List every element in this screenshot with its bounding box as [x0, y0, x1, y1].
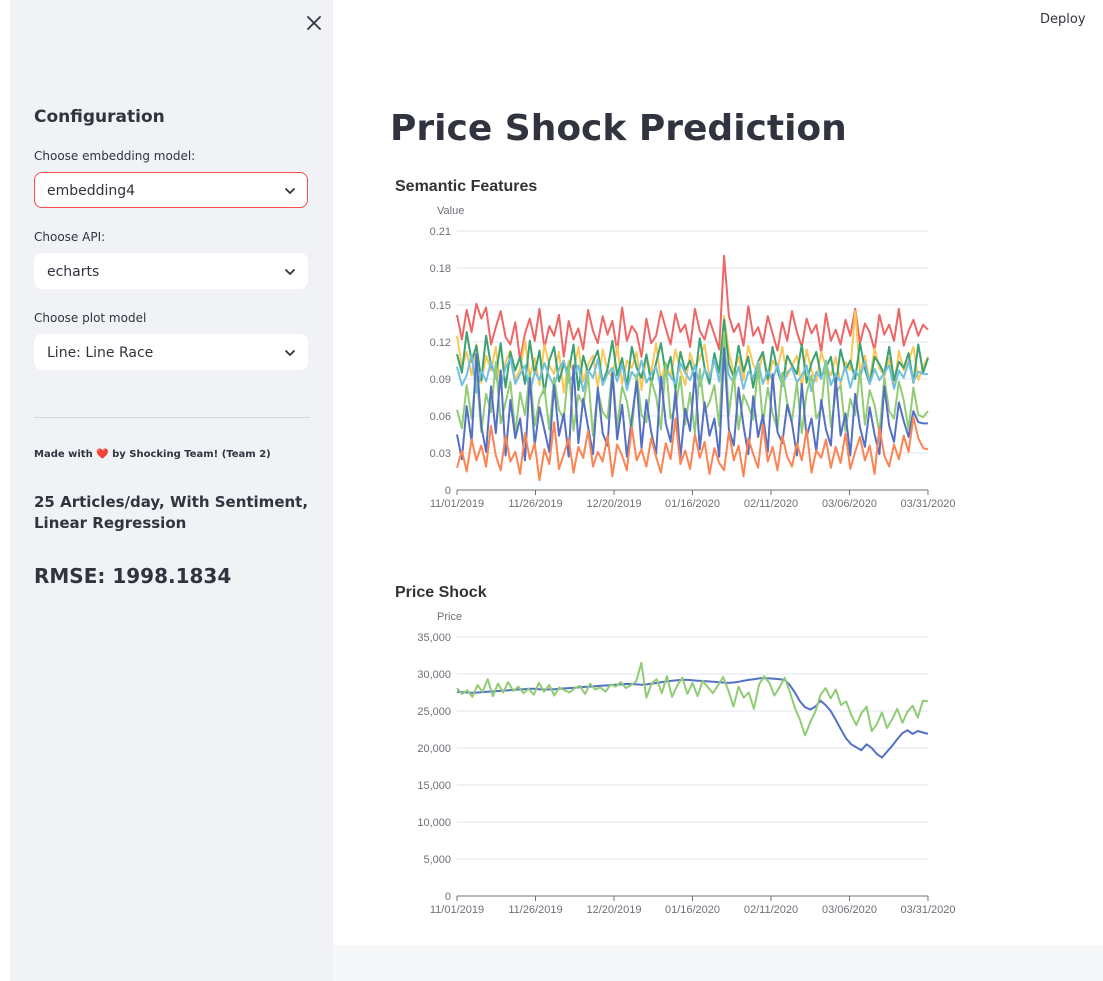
- semantic-xtick-label: 01/16/2020: [665, 498, 720, 510]
- semantic-features-chart: Value 0 0.03 0.06 0.09 0.12 0.15 0.18 0.21 11/01/…: [430, 205, 956, 510]
- chart-title-semantic: Semantic Features: [395, 178, 538, 195]
- price-ylabel: Price: [437, 611, 462, 623]
- rmse-value: RMSE: 1998.1834: [34, 564, 232, 588]
- semantic-ytick-label: 0.06: [430, 411, 451, 423]
- chevron-down-icon: [285, 269, 295, 276]
- bottom-bar: [333, 945, 1103, 981]
- semantic-xtick-label: 11/01/2019: [430, 498, 484, 510]
- heart-icon: ❤️: [96, 449, 109, 460]
- semantic-ytick-label: 0.09: [430, 374, 451, 386]
- semantic-ytick-label: 0.21: [430, 226, 451, 238]
- chevron-down-icon: [285, 188, 295, 195]
- price-xtick-label: 11/01/2019: [430, 904, 484, 916]
- semantic-xtick-label: 11/26/2019: [508, 498, 562, 510]
- semantic-ytick-label: 0.03: [430, 448, 451, 460]
- page-title: Price Shock Prediction: [390, 108, 847, 149]
- api-label: Choose API:: [34, 230, 106, 244]
- semantic-xtick-label: 02/11/2020: [744, 498, 798, 510]
- chevron-down-icon: [285, 350, 295, 357]
- price-xtick-label: 12/20/2019: [586, 904, 641, 916]
- model-description: 25 Articles/day, With Sentiment, Linear …: [34, 493, 309, 532]
- sidebar-title: Configuration: [34, 107, 165, 127]
- made-with-text: Made with ❤️ by Shocking Team! (Team 2): [34, 449, 271, 460]
- deploy-button[interactable]: Deploy: [1040, 12, 1086, 27]
- semantic-ylabel: Value: [437, 205, 464, 217]
- api-select[interactable]: echarts: [34, 253, 308, 289]
- plot-select-value: Line: Line Race: [47, 345, 154, 361]
- semantic-xtick-label: 12/20/2019: [586, 498, 641, 510]
- semantic-ytick-label: 0.15: [430, 300, 451, 312]
- embedding-select-value: embedding4: [47, 183, 136, 199]
- semantic-ytick-label: 0: [445, 485, 451, 497]
- price-ytick-label: 15,000: [417, 780, 451, 792]
- price-ytick-label: 10,000: [417, 817, 451, 829]
- plot-select[interactable]: Line: Line Race: [34, 334, 308, 370]
- price-ytick-label: 30,000: [417, 669, 451, 681]
- price-ytick-label: 35,000: [417, 632, 451, 644]
- price-ytick-label: 25,000: [417, 706, 451, 718]
- embedding-label: Choose embedding model:: [34, 149, 196, 163]
- close-sidebar-button[interactable]: [301, 10, 327, 36]
- price-shock-chart: Price 0 5,000 10,000 15,000 20,000 25,000 30,00…: [417, 611, 955, 916]
- plot-label: Choose plot model: [34, 311, 147, 325]
- made-with-suffix: by Shocking Team! (Team 2): [112, 449, 271, 460]
- price-xtick-label: 03/31/2020: [900, 904, 955, 916]
- price-xtick-label: 02/11/2020: [744, 904, 798, 916]
- price-ytick-label: 5,000: [423, 854, 451, 866]
- price-xtick-label: 01/16/2020: [665, 904, 720, 916]
- sidebar: Configuration Choose embedding model: em…: [10, 0, 333, 981]
- sidebar-divider: [34, 417, 310, 418]
- price-ytick-label: 20,000: [417, 743, 451, 755]
- api-select-value: echarts: [47, 264, 100, 280]
- semantic-ytick-label: 0.12: [430, 337, 451, 349]
- semantic-xtick-label: 03/06/2020: [822, 498, 877, 510]
- embedding-select[interactable]: embedding4: [34, 172, 308, 208]
- price-ytick-label: 0: [445, 891, 451, 903]
- chart-title-price: Price Shock: [395, 584, 487, 601]
- made-with-prefix: Made with: [34, 449, 93, 460]
- price-xtick-label: 03/06/2020: [822, 904, 877, 916]
- semantic-ytick-label: 0.18: [430, 263, 451, 275]
- semantic-xtick-label: 03/31/2020: [900, 498, 955, 510]
- close-icon: [307, 16, 321, 30]
- price-xtick-label: 11/26/2019: [508, 904, 562, 916]
